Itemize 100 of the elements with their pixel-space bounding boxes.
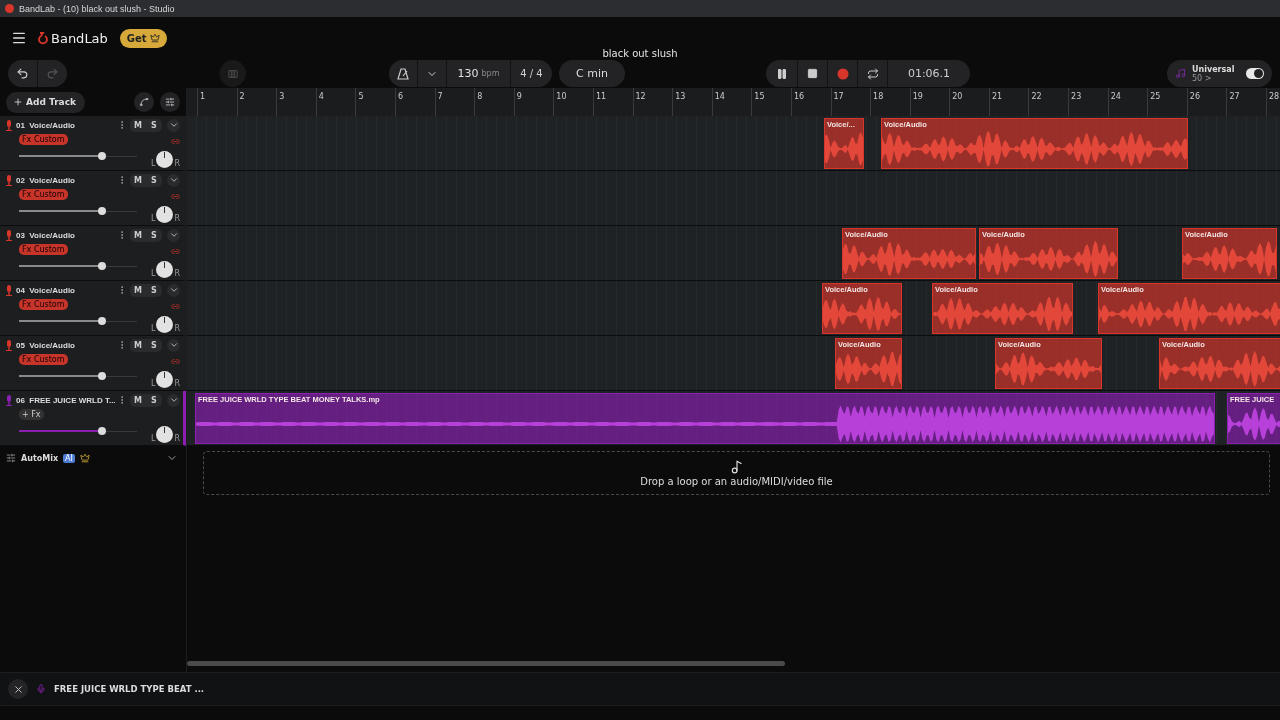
mute-button[interactable]: M — [130, 283, 146, 297]
metronome-icon — [397, 67, 409, 80]
chevron-down-icon — [168, 120, 179, 130]
drop-zone[interactable]: Drop a loop or an audio/MIDI/video file — [203, 451, 1270, 495]
piano-icon — [228, 68, 238, 79]
mixer-button[interactable] — [160, 92, 180, 112]
solo-button[interactable]: S — [146, 118, 162, 132]
mute-button[interactable]: M — [130, 338, 146, 352]
pan-label: R — [174, 434, 180, 443]
track-name: 05 Voice/Audio — [16, 340, 75, 350]
slider-thumb[interactable] — [97, 207, 106, 215]
expand-button[interactable] — [167, 173, 180, 187]
selected-track-name: FREE JUICE WRLD TYPE BEAT ... — [54, 684, 205, 694]
close-icon — [12, 683, 24, 695]
expand-button[interactable] — [167, 228, 180, 242]
track-header[interactable]: 04 Voice/Audio Fx Custom M S L R — [0, 281, 186, 336]
ai-badge: AI — [63, 453, 75, 463]
horizontal-scrollbar[interactable] — [187, 661, 785, 666]
track-header[interactable]: 03 Voice/Audio Fx Custom M S L R — [0, 226, 186, 281]
pan-knob[interactable] — [156, 371, 174, 388]
mute-button[interactable]: M — [130, 173, 146, 187]
menu-icon[interactable] — [11, 30, 27, 46]
pan-label: R — [174, 379, 180, 388]
chevron-down-icon — [168, 285, 179, 295]
slider-thumb[interactable] — [97, 317, 106, 325]
chevron-down-icon — [168, 175, 179, 185]
solo-button[interactable]: S — [146, 283, 162, 297]
slider-thumb[interactable] — [97, 152, 106, 160]
expand-button[interactable] — [167, 338, 180, 352]
get-button[interactable]: Get — [119, 28, 167, 48]
curve-icon — [139, 97, 149, 107]
solo-button[interactable]: S — [146, 228, 162, 242]
solo-button[interactable]: S — [146, 173, 162, 187]
track-header[interactable]: 02 Voice/Audio Fx Custom M S L R — [0, 171, 186, 226]
track-header[interactable]: 06 FREE JUICE WRLD T... + Fx M S L R — [0, 391, 186, 446]
mute-button[interactable]: M — [130, 393, 146, 407]
pan-knob[interactable] — [156, 316, 174, 333]
track-name: 01 Voice/Audio — [16, 120, 75, 130]
redo-icon — [46, 67, 59, 80]
link-icon — [171, 247, 180, 256]
app-icon — [5, 4, 14, 13]
pan-label: R — [174, 159, 180, 168]
expand-button[interactable] — [167, 118, 180, 132]
fx-button[interactable]: + Fx — [19, 409, 44, 420]
curve-button[interactable] — [134, 92, 154, 112]
link-icon — [171, 192, 180, 201]
plus-icon — [13, 97, 23, 107]
expand-button[interactable] — [167, 283, 180, 297]
pan-knob[interactable] — [156, 151, 174, 168]
preset-name: Universal — [1192, 64, 1235, 74]
fx-button[interactable]: Fx Custom — [19, 189, 68, 200]
key-button[interactable]: C min — [559, 60, 625, 87]
solo-button[interactable]: S — [146, 393, 162, 407]
tempo-field[interactable]: 130 bpm — [446, 60, 510, 87]
chevron-down-icon — [168, 395, 179, 405]
add-track-button[interactable]: Add Track — [6, 91, 85, 113]
fx-button[interactable]: Fx Custom — [19, 354, 68, 365]
chevron-down-icon — [168, 230, 179, 240]
fx-button[interactable]: Fx Custom — [19, 299, 68, 310]
sliders-icon — [165, 97, 175, 107]
track-header[interactable]: 05 Voice/Audio Fx Custom M S L R — [0, 336, 186, 391]
waveform-drawing — [1228, 405, 1280, 443]
brand-name: BandLab — [51, 30, 108, 46]
crown-icon — [79, 453, 90, 463]
track-header[interactable]: 01 Voice/Audio Fx Custom M S L R — [0, 116, 186, 171]
record-icon — [836, 67, 849, 80]
tempo-value: 130 — [457, 67, 479, 80]
waveform-drawing — [836, 350, 901, 388]
pause-icon — [775, 67, 788, 80]
pan-label: L — [150, 214, 156, 223]
link-icon — [171, 357, 180, 366]
pan-label: R — [174, 214, 180, 223]
slider-thumb[interactable] — [97, 372, 106, 380]
solo-button[interactable]: S — [146, 338, 162, 352]
slider-thumb[interactable] — [97, 427, 106, 435]
fx-button[interactable]: Fx Custom — [19, 244, 68, 255]
pan-label: L — [150, 159, 156, 168]
pan-label: R — [174, 269, 180, 278]
preset-panel[interactable]: Universal 50 > — [1167, 60, 1272, 87]
link-icon — [171, 302, 180, 311]
pan-knob[interactable] — [156, 426, 174, 443]
pan-knob[interactable] — [156, 206, 174, 223]
expand-button[interactable] — [167, 393, 180, 407]
time-signature-field[interactable]: 4 / 4 — [510, 60, 552, 87]
slider-thumb[interactable] — [97, 262, 106, 270]
pan-knob[interactable] — [156, 261, 174, 278]
mute-button[interactable]: M — [130, 228, 146, 242]
preset-toggle[interactable] — [1246, 68, 1264, 79]
music-add-icon — [729, 459, 744, 474]
music-note-icon — [1175, 68, 1186, 79]
pan-label: L — [150, 379, 156, 388]
pan-label: L — [150, 434, 156, 443]
fx-button[interactable]: Fx Custom — [19, 134, 68, 145]
track-name: 04 Voice/Audio — [16, 285, 75, 295]
timeline-ruler[interactable]: 1 2 3 4 5 6 7 8 9 10 11 12 13 14 15 16 17 18 19 20 21 22 23 24 25 26 27 28 — [187, 88, 1280, 116]
waveform-drawing — [825, 130, 863, 168]
close-button[interactable] — [8, 679, 28, 699]
link-icon — [171, 137, 180, 146]
microphone-icon — [36, 684, 46, 694]
mute-button[interactable]: M — [130, 118, 146, 132]
